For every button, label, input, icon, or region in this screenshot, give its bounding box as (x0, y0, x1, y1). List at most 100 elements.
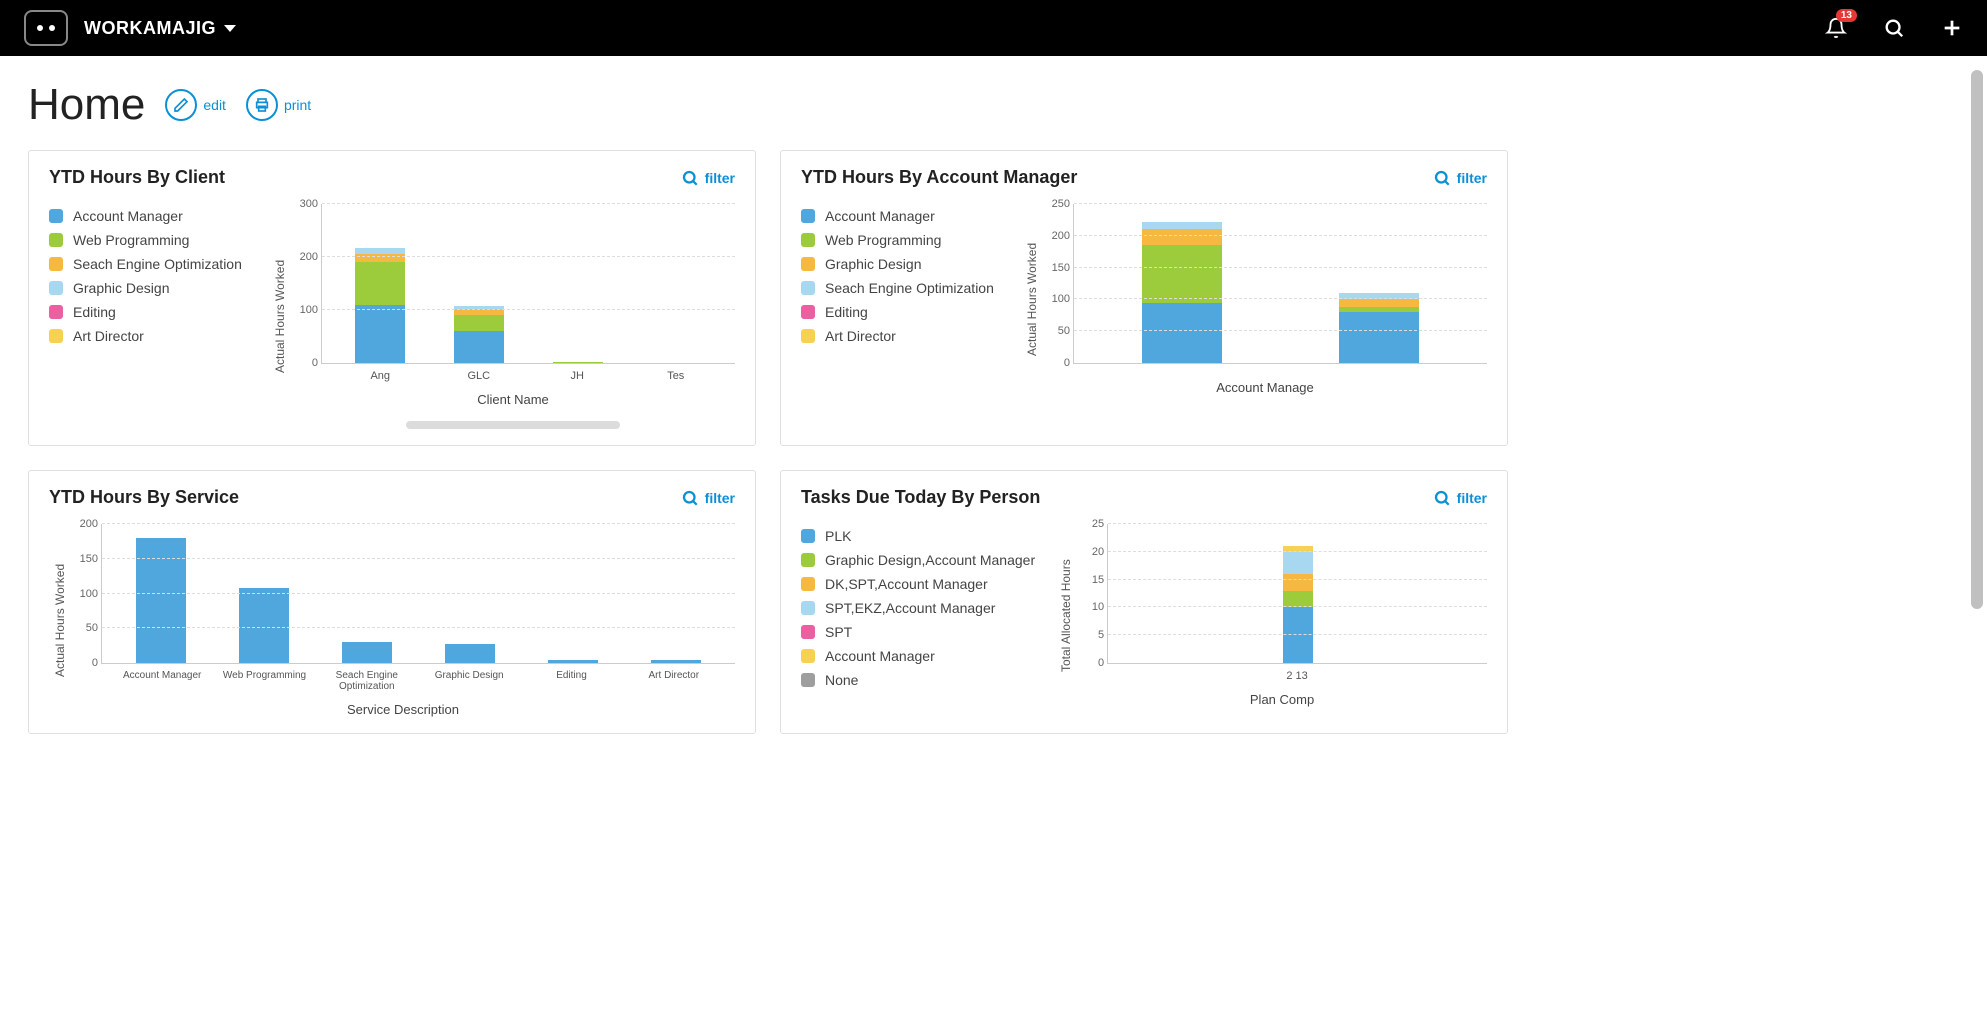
x-axis-label: Service Description (71, 702, 735, 717)
bar[interactable] (342, 642, 392, 663)
bar-segment (1142, 222, 1222, 230)
legend-swatch (801, 329, 815, 343)
legend-item[interactable]: Seach Engine Optimization (801, 276, 1001, 300)
chart: Actual Hours Worked 050100150200 Account… (49, 524, 735, 717)
scrollbar-thumb[interactable] (1971, 70, 1983, 609)
legend-item[interactable]: Graphic Design,Account Manager (801, 548, 1035, 572)
card-ytd-client: YTD Hours By Client filter Account Manag… (28, 150, 756, 446)
notification-badge: 13 (1836, 9, 1857, 22)
bar[interactable] (136, 538, 186, 663)
legend-item[interactable]: Graphic Design (801, 252, 1001, 276)
legend-item[interactable]: Account Manager (801, 204, 1001, 228)
legend-item[interactable]: Web Programming (49, 228, 249, 252)
chart-legend: PLKGraphic Design,Account Manager DK,SPT,… (801, 524, 1035, 707)
grid-line (102, 523, 735, 524)
bar-segment (355, 305, 405, 363)
filter-button[interactable]: filter (681, 169, 735, 187)
y-axis-label: Actual Hours Worked (49, 524, 71, 717)
y-tick: 50 (1044, 325, 1070, 337)
bar[interactable] (651, 660, 701, 663)
y-tick: 250 (1044, 198, 1070, 210)
chart: Actual Hours Worked 050100150200250 Acco… (1021, 204, 1487, 395)
legend-label: Art Director (825, 328, 896, 344)
legend-label: None (825, 672, 858, 688)
legend-label: Account Manager (73, 208, 183, 224)
bar[interactable] (1283, 546, 1313, 663)
legend-item[interactable]: Art Director (801, 324, 1001, 348)
print-button[interactable]: print (246, 89, 311, 121)
brand-switcher[interactable]: WORKAMAJIG (84, 18, 236, 39)
legend-swatch (49, 329, 63, 343)
bar-segment (136, 538, 186, 663)
bar-slot (523, 524, 622, 663)
topbar: WORKAMAJIG 13 (0, 0, 1987, 56)
bar-segment (342, 642, 392, 663)
bar-segment (1283, 552, 1313, 574)
legend-item[interactable]: DK,SPT,Account Manager (801, 572, 1035, 596)
grid-line (1074, 267, 1487, 268)
legend-item[interactable]: SPT (801, 620, 1035, 644)
bar[interactable] (239, 588, 289, 663)
legend-label: Graphic Design (73, 280, 170, 296)
filter-button[interactable]: filter (1433, 489, 1487, 507)
legend-label: SPT,EKZ,Account Manager (825, 600, 995, 616)
chart-plot: 050100150200 Account ManagerWeb Programm… (71, 524, 735, 717)
bar[interactable] (553, 362, 603, 363)
y-tick: 0 (72, 657, 98, 669)
legend-label: Editing (73, 304, 116, 320)
bar-slot (332, 204, 427, 363)
legend-label: DK,SPT,Account Manager (825, 576, 988, 592)
bar[interactable] (548, 660, 598, 663)
legend-swatch (801, 553, 815, 567)
chart-plot: 0510152025 2 13 Plan Comp (1077, 524, 1487, 707)
y-tick: 100 (1044, 293, 1070, 305)
legend-item[interactable]: Editing (49, 300, 249, 324)
card-title: YTD Hours By Account Manager (801, 167, 1077, 188)
page-content: Home edit print YTD Hours By Client filt… (0, 56, 1987, 758)
filter-button[interactable]: filter (1433, 169, 1487, 187)
legend-item[interactable]: Art Director (49, 324, 249, 348)
y-tick: 200 (72, 518, 98, 530)
legend-item[interactable]: Seach Engine Optimization (49, 252, 249, 276)
bar[interactable] (1339, 293, 1419, 363)
legend-item[interactable]: Web Programming (801, 228, 1001, 252)
y-axis-label: Actual Hours Worked (269, 204, 291, 429)
legend-swatch (801, 281, 815, 295)
filter-button[interactable]: filter (681, 489, 735, 507)
legend-item[interactable]: Graphic Design (49, 276, 249, 300)
y-tick: 5 (1078, 629, 1104, 641)
notifications-button[interactable]: 13 (1825, 17, 1847, 39)
legend-label: Web Programming (825, 232, 941, 248)
horizontal-scrollbar[interactable] (406, 421, 619, 429)
legend-item[interactable]: Account Manager (49, 204, 249, 228)
grid-line (1108, 606, 1487, 607)
legend-label: Web Programming (73, 232, 189, 248)
legend-label: SPT (825, 624, 852, 640)
search-icon (681, 169, 699, 187)
bar[interactable] (355, 248, 405, 363)
chevron-down-icon (224, 25, 236, 32)
grid-line (102, 593, 735, 594)
legend-label: Seach Engine Optimization (825, 280, 994, 296)
search-button[interactable] (1883, 17, 1905, 39)
bar[interactable] (1142, 222, 1222, 363)
legend-item[interactable]: SPT,EKZ,Account Manager (801, 596, 1035, 620)
bar-slot (431, 204, 526, 363)
y-tick: 50 (72, 622, 98, 634)
bar[interactable] (454, 306, 504, 363)
y-tick: 15 (1078, 574, 1104, 586)
legend-item[interactable]: PLK (801, 524, 1035, 548)
vertical-scrollbar[interactable] (1971, 70, 1983, 999)
add-button[interactable] (1941, 17, 1963, 39)
app-logo[interactable] (24, 10, 68, 46)
y-tick: 0 (1044, 357, 1070, 369)
bar-segment (1142, 245, 1222, 302)
legend-item[interactable]: Editing (801, 300, 1001, 324)
bar[interactable] (445, 644, 495, 663)
legend-item[interactable]: Account Manager (801, 644, 1035, 668)
x-axis-label: Account Manage (1043, 380, 1487, 395)
bar-slot (1118, 524, 1477, 663)
legend-item[interactable]: None (801, 668, 1035, 692)
edit-button[interactable]: edit (165, 89, 226, 121)
y-tick: 300 (292, 198, 318, 210)
